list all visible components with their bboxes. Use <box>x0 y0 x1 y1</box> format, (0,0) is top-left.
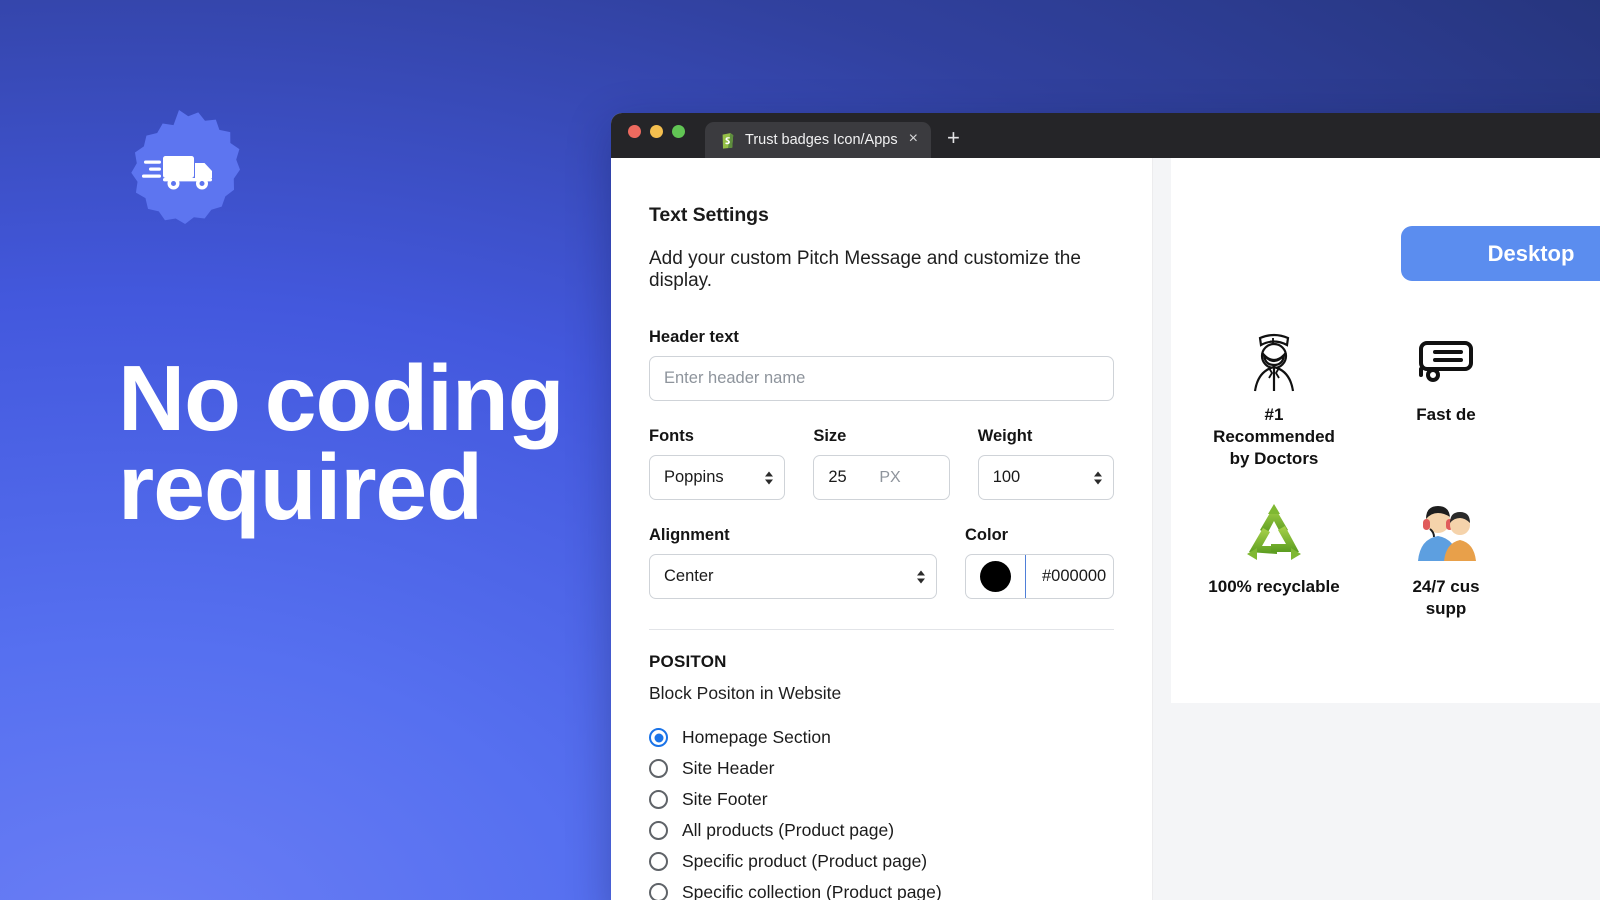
browser-titlebar: Trust badges Icon/Apps × + <box>611 113 1600 158</box>
position-radio-label: Site Header <box>682 758 775 778</box>
radio-button-icon[interactable] <box>649 852 668 871</box>
minimize-window-button[interactable] <box>650 125 663 138</box>
page-subtitle: Add your custom Pitch Message and custom… <box>649 248 1081 291</box>
alignment-field-group: Alignment Center <box>649 526 937 599</box>
fonts-select-value: Poppins <box>664 468 724 486</box>
close-window-button[interactable] <box>628 125 641 138</box>
weight-label: Weight <box>977 427 1033 445</box>
stepper-arrows-icon <box>1094 471 1103 484</box>
trust-badge-label: 24/7 cus supp <box>1412 577 1480 618</box>
shopify-bag-icon <box>722 133 734 149</box>
promo-headline: No coding required <box>118 346 565 540</box>
alignment-color-row: Alignment Center Color #000000 <box>649 526 1115 599</box>
weight-field-group: Weight 100 <box>977 427 1115 500</box>
promo-panel: No coding required <box>0 0 620 900</box>
promo-badge <box>118 110 240 232</box>
size-label: Size <box>813 427 847 445</box>
new-tab-button[interactable]: + <box>947 127 960 158</box>
desktop-view-button[interactable]: Desktop <box>1401 226 1600 281</box>
position-section-title: POSITON <box>649 652 727 671</box>
header-text-label: Header text <box>649 328 739 346</box>
trust-badge-item: 100% recyclable <box>1199 495 1349 620</box>
size-field-group: Size 25 PX <box>813 427 950 500</box>
screen-background: No coding required Trust badges Icon/App… <box>0 0 1600 900</box>
stepper-arrows-icon <box>765 471 774 484</box>
fonts-field-group: Fonts Poppins <box>649 427 786 500</box>
color-field-group: Color #000000 <box>965 526 1115 599</box>
page-title: Text Settings <box>649 204 769 226</box>
position-radio-label: Homepage Section <box>682 727 831 747</box>
section-divider <box>649 629 1115 630</box>
header-text-input[interactable] <box>649 356 1115 401</box>
typography-row: Fonts Poppins Size 25 PX Weight 100 <box>649 427 1115 500</box>
text-settings-panel: Text Settings Add your custom Pitch Mess… <box>611 158 1153 900</box>
radio-button-icon[interactable] <box>649 821 668 840</box>
stepper-arrows-icon <box>917 570 925 583</box>
position-radio-option[interactable]: Specific product (Product page) <box>649 846 1114 877</box>
panel-gutter <box>1152 158 1171 900</box>
color-swatch <box>980 561 1011 592</box>
radio-button-icon[interactable] <box>649 728 668 747</box>
position-radio-label: Specific collection (Product page) <box>682 882 942 900</box>
browser-tab-title: Trust badges Icon/Apps <box>745 132 898 148</box>
fonts-label: Fonts <box>649 427 694 445</box>
maximize-window-button[interactable] <box>672 125 685 138</box>
alignment-select-value: Center <box>664 567 714 585</box>
size-unit-label: PX <box>879 468 901 486</box>
radio-button-icon[interactable] <box>649 790 668 809</box>
weight-select-value: 100 <box>992 468 1021 486</box>
color-label: Color <box>965 526 1009 544</box>
weight-select[interactable]: 100 <box>977 455 1115 500</box>
browser-window: Trust badges Icon/Apps × + Text Settings… <box>611 113 1600 900</box>
preview-card: P Desktop #1 Recommended by Doctors Fast… <box>1171 158 1600 703</box>
size-input-value: 25 <box>828 468 847 486</box>
trust-badge-grid: #1 Recommended by Doctors Fast de 100% r… <box>1199 323 1600 620</box>
support-agent-icon <box>1414 495 1478 569</box>
position-radio-option[interactable]: Homepage Section <box>649 722 1114 753</box>
preview-heading: P <box>1171 184 1600 208</box>
position-radio-option[interactable]: All products (Product page) <box>649 815 1114 846</box>
desktop-view-label: Desktop <box>1487 240 1575 266</box>
trust-badge-item: #1 Recommended by Doctors <box>1199 323 1349 469</box>
recycle-icon <box>1241 495 1307 569</box>
color-swatch-button[interactable] <box>966 555 1026 598</box>
trust-badge-label: 100% recyclable <box>1208 577 1340 597</box>
trust-badge-item: 24/7 cus supp <box>1371 495 1521 620</box>
position-radio-label: Specific product (Product page) <box>682 851 928 871</box>
size-input-wrapper[interactable]: 25 PX <box>813 455 950 500</box>
doctor-icon <box>1243 323 1305 397</box>
position-radio-option[interactable]: Site Footer <box>649 784 1114 815</box>
position-radio-group[interactable]: Homepage Section Site Header Site Footer Al… <box>649 722 1114 900</box>
delivery-truck-icon <box>1413 323 1479 397</box>
trust-badge-item: Fast de <box>1371 323 1521 469</box>
browser-tab[interactable]: Trust badges Icon/Apps × <box>705 122 931 158</box>
color-hex-value: #000000 <box>1042 567 1107 585</box>
position-radio-option[interactable]: Specific collection (Product page) <box>649 877 1114 900</box>
color-input-wrapper[interactable]: #000000 <box>965 554 1115 599</box>
trust-badge-label: Fast de <box>1416 405 1476 424</box>
delivery-truck-icon <box>142 156 212 190</box>
position-radio-option[interactable]: Site Header <box>649 753 1114 784</box>
position-radio-label: Site Footer <box>682 789 768 809</box>
trust-badge-label: #1 Recommended by Doctors <box>1213 405 1335 468</box>
radio-button-icon[interactable] <box>649 759 668 778</box>
fonts-select[interactable]: Poppins <box>649 455 786 500</box>
preview-panel: P Desktop #1 Recommended by Doctors Fast… <box>1171 158 1600 900</box>
alignment-label: Alignment <box>649 526 730 544</box>
browser-content: Text Settings Add your custom Pitch Mess… <box>611 158 1600 900</box>
window-controls[interactable] <box>628 113 685 158</box>
alignment-select[interactable]: Center <box>649 554 937 599</box>
radio-button-icon[interactable] <box>649 883 668 900</box>
header-text-field-group: Header text <box>649 328 1115 401</box>
position-radio-label: All products (Product page) <box>682 820 895 840</box>
position-section-subtitle: Block Positon in Website <box>649 683 842 703</box>
close-tab-icon[interactable]: × <box>907 131 920 149</box>
